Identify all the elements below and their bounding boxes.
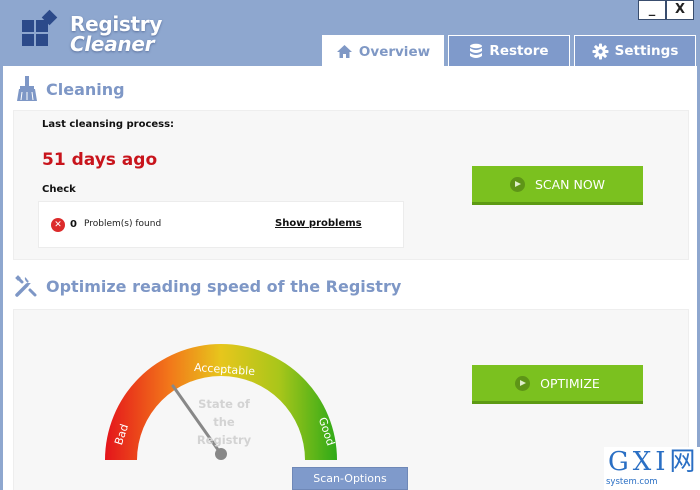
main-content: Cleaning Last cleansing process: 51 days… — [3, 66, 697, 490]
play-icon — [509, 176, 525, 192]
gear-icon — [592, 43, 609, 59]
watermark-sub: system.com — [606, 477, 658, 487]
scan-options-button[interactable]: Scan-Options — [292, 467, 408, 490]
logo-square — [22, 34, 34, 46]
last-cleansing-label: Last cleansing process: — [42, 119, 175, 130]
tab-overview[interactable]: Overview — [322, 35, 444, 67]
optimize-panel: Acceptable Bad Good State of the Registr… — [13, 309, 689, 490]
minimize-button[interactable]: _ — [638, 0, 666, 20]
scan-now-label: SCAN NOW — [534, 176, 606, 192]
tab-restore[interactable]: Restore — [448, 35, 570, 66]
app-logo: Registry Cleaner — [22, 9, 182, 60]
watermark-main: GXI网 — [608, 447, 700, 477]
logo-square — [22, 20, 34, 32]
problems-count: 0 — [70, 219, 77, 230]
gauge-state-line-2: the Registry — [196, 415, 252, 447]
tab-overview-label: Overview — [358, 43, 431, 60]
tools-icon — [15, 275, 37, 297]
cleaning-panel: Last cleansing process: 51 days ago Chec… — [13, 110, 689, 260]
tab-settings[interactable]: Settings — [574, 35, 696, 66]
optimize-title: Optimize reading speed of the Registry — [46, 277, 402, 296]
check-result-box: ✕ 0 Problem(s) found Show problems — [38, 201, 404, 248]
check-label: Check — [42, 184, 76, 195]
database-icon — [470, 43, 483, 58]
play-icon — [515, 375, 531, 391]
optimize-button[interactable]: OPTIMIZE — [472, 365, 643, 404]
gauge-state-line-1: State of — [198, 397, 250, 411]
show-problems-link[interactable]: Show problems — [275, 218, 362, 229]
error-icon: ✕ — [51, 218, 65, 232]
gauge-state-text: State of the Registry — [186, 395, 262, 449]
tab-restore-label: Restore — [489, 43, 549, 59]
days-ago-value: 51 days ago — [42, 150, 158, 170]
logo-line-2: Cleaner — [70, 32, 155, 56]
scan-now-button[interactable]: SCAN NOW — [472, 166, 643, 205]
logo-square — [36, 34, 48, 46]
problems-found-text: Problem(s) found — [84, 219, 162, 229]
close-button[interactable]: X — [666, 0, 694, 20]
site-watermark: GXI网 system.com — [604, 447, 700, 490]
tab-settings-label: Settings — [614, 43, 679, 59]
app-logo-text: Registry Cleaner — [70, 14, 162, 54]
broom-icon — [17, 76, 37, 101]
cleaning-title: Cleaning — [46, 80, 125, 99]
optimize-label: OPTIMIZE — [540, 375, 600, 391]
title-bar: Registry Cleaner _ X Overview Restore Se… — [0, 0, 700, 67]
home-icon — [336, 45, 352, 58]
